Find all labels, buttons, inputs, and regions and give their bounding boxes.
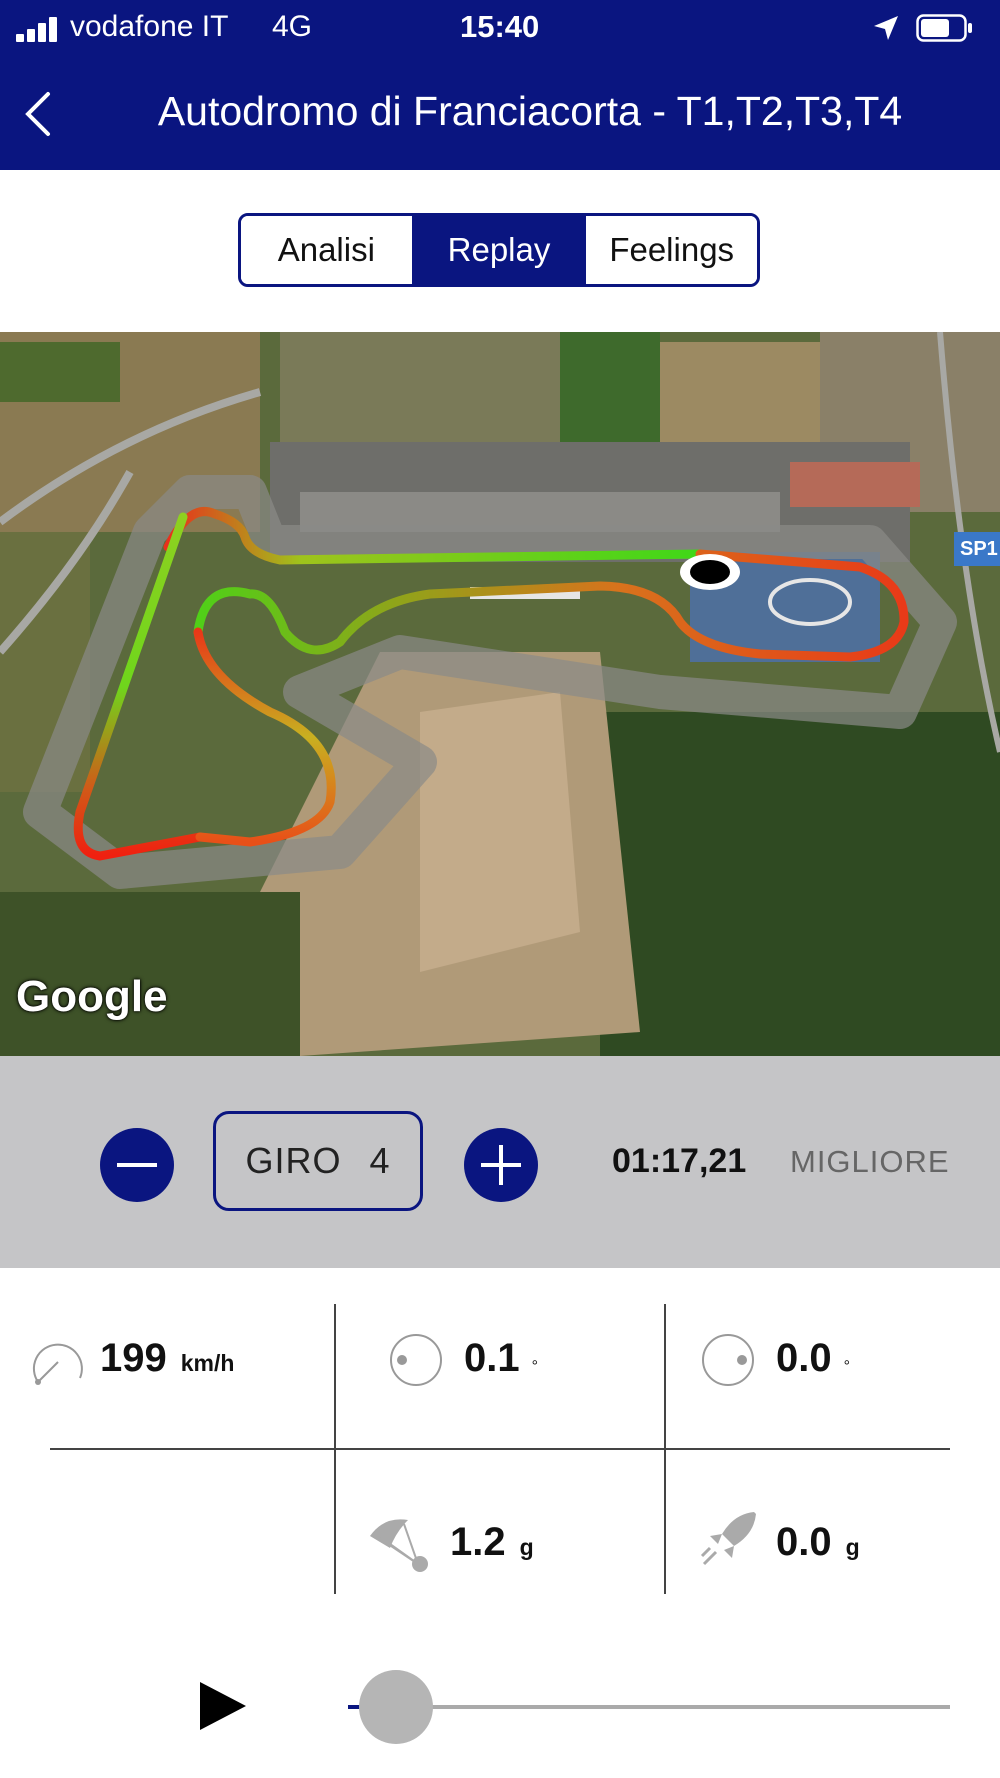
lap-number: 4 (369, 1140, 391, 1181)
location-icon (874, 16, 898, 40)
signal-icon (16, 16, 62, 42)
network-type: 4G (272, 10, 313, 43)
battery-icon (916, 14, 972, 42)
acceleration-metric: 0.0 g (776, 1520, 860, 1565)
page-title: Autodromo di Franciacorta - T1,T2,T3,T4 (157, 88, 903, 134)
back-button[interactable] (20, 88, 56, 140)
lean-value: 0.1 (464, 1336, 520, 1380)
track-map[interactable]: Google SP1 (0, 332, 1000, 1056)
next-lap-button[interactable] (464, 1128, 538, 1202)
tab-replay[interactable]: Replay (411, 216, 585, 284)
lean-angle-icon (390, 1334, 442, 1386)
tab-analisi[interactable]: Analisi (241, 216, 412, 284)
status-bar: vodafone IT 4G 15:40 (0, 0, 1000, 58)
angle2-metric: 0.0 ° (776, 1336, 850, 1381)
minus-icon (117, 1163, 157, 1167)
play-button[interactable] (200, 1682, 246, 1730)
acceleration-unit: g (845, 1534, 860, 1560)
angle2-unit: ° (843, 1358, 851, 1375)
lap-indicator: GIRO 4 (213, 1111, 423, 1211)
replay-slider[interactable] (348, 1705, 950, 1709)
carrier-name: vodafone IT (70, 10, 229, 43)
speed-unit: km/h (180, 1350, 235, 1376)
lean-angle-icon (702, 1334, 754, 1386)
header-bar: vodafone IT 4G 15:40 Autodromo di Franci… (0, 0, 1000, 170)
lean-metric: 0.1 ° (464, 1336, 538, 1381)
lap-label: GIRO (245, 1140, 342, 1181)
road-badge: SP1 (954, 532, 1000, 566)
satellite-image (0, 332, 1000, 1056)
best-lap-label: MIGLIORE (790, 1144, 950, 1179)
view-tabs: Analisi Replay Feelings (238, 213, 760, 287)
braking-unit: g (519, 1534, 534, 1560)
lap-selector-bar: GIRO 4 01:17,21 MIGLIORE (0, 1056, 1000, 1268)
acceleration-value: 0.0 (776, 1520, 832, 1564)
tab-feelings[interactable]: Feelings (584, 216, 757, 284)
braking-value: 1.2 (450, 1520, 506, 1564)
speedometer-icon (32, 1343, 83, 1385)
speed-metric: 199 km/h (100, 1336, 234, 1381)
rocket-icon (700, 1512, 756, 1566)
lean-unit: ° (531, 1358, 539, 1375)
parachute-icon (370, 1519, 428, 1572)
speed-value: 199 (100, 1336, 167, 1380)
lap-time: 01:17,21 (612, 1142, 747, 1180)
braking-metric: 1.2 g (450, 1520, 534, 1565)
previous-lap-button[interactable] (100, 1128, 174, 1202)
google-logo: Google (16, 972, 168, 1021)
replay-slider-thumb[interactable] (359, 1670, 434, 1744)
angle2-value: 0.0 (776, 1336, 832, 1380)
telemetry-grid: 199 km/h 0.1 ° 0.0 ° 1.2 g 0.0 g (0, 1268, 1000, 1618)
status-time: 15:40 (460, 9, 540, 44)
